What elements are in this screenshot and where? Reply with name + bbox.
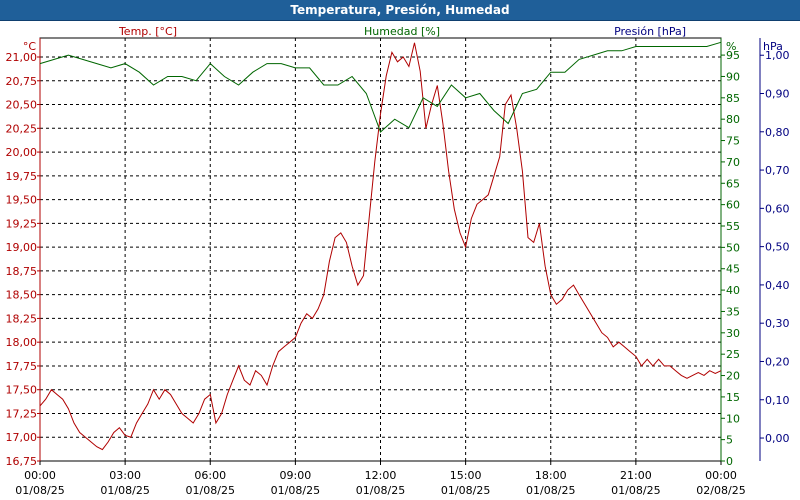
x-tick-label-time: 21:00 (620, 469, 652, 482)
pressure-tick-label: 0,70 (765, 164, 790, 177)
pressure-tick-label: 0,90 (765, 88, 790, 101)
chart-svg: 00:00 01/08/25 03:00 01/08/25 06:00 01/08/25 0… (6, 25, 790, 497)
temp-tick-label: 18,25 (6, 312, 38, 325)
humidity-tick-label: 55 (726, 220, 740, 233)
humidity-tick-label: 60 (726, 199, 740, 212)
humidity-axis-unit: % (726, 40, 736, 53)
x-tick-label-date: 01/08/25 (356, 484, 405, 497)
humidity-tick-label: 85 (726, 92, 740, 105)
x-tick-label-time: 00:00 (705, 469, 737, 482)
pressure-tick-label: 0,40 (765, 279, 790, 292)
humidity-tick-label: 45 (726, 263, 740, 276)
pressure-tick-label: 0,30 (765, 317, 790, 330)
humidity-tick-label: 0 (726, 455, 733, 468)
pressure-tick-label: 0,20 (765, 355, 790, 368)
temp-tick-label: 16,75 (6, 455, 38, 468)
temp-tick-label: 18,75 (6, 265, 38, 278)
x-tick-label-date: 01/08/25 (441, 484, 490, 497)
temp-tick-label: 18,50 (6, 289, 38, 302)
x-tick-label-date: 01/08/25 (611, 484, 660, 497)
x-tick-label-date: 01/08/25 (15, 484, 64, 497)
temp-tick-label: 20,00 (6, 146, 38, 159)
legend-temperature: Temp. [°C] (118, 25, 177, 38)
humidity-tick-label: 5 (726, 434, 733, 447)
temp-tick-label: 17,50 (6, 384, 38, 397)
temp-tick-label: 19,00 (6, 241, 38, 254)
humidity-tick-label: 20 (726, 370, 740, 383)
temp-tick-label: 17,75 (6, 360, 38, 373)
pressure-axis-unit: hPa (763, 40, 783, 53)
pressure-tick-label: 0,50 (765, 241, 790, 254)
temp-tick-label: 20,50 (6, 99, 38, 112)
humidity-tick-label: 65 (726, 177, 740, 190)
pressure-tick-label: 0,10 (765, 394, 790, 407)
temp-tick-label: 19,75 (6, 170, 38, 183)
x-tick-label-time: 09:00 (280, 469, 312, 482)
legend-pressure: Presión [hPa] (614, 25, 686, 38)
humidity-tick-label: 90 (726, 70, 740, 83)
x-tick-label-date: 01/08/25 (186, 484, 235, 497)
humidity-tick-label: 25 (726, 348, 740, 361)
x-tick-label-time: 18:00 (535, 469, 567, 482)
x-tick-label-time: 12:00 (365, 469, 397, 482)
temp-tick-label: 20,25 (6, 122, 38, 135)
temp-tick-label: 17,00 (6, 431, 38, 444)
x-tick-label-date: 01/08/25 (271, 484, 320, 497)
chart-window: Temperatura, Presión, Humedad 00:00 01/08… (0, 0, 800, 500)
x-tick-label-date: 02/08/25 (696, 484, 745, 497)
legend-humidity: Humedad [%] (364, 25, 440, 38)
x-tick-label-time: 03:00 (109, 469, 141, 482)
humidity-tick-label: 70 (726, 156, 740, 169)
humidity-tick-label: 50 (726, 241, 740, 254)
humidity-tick-label: 10 (726, 412, 740, 425)
humidity-tick-label: 80 (726, 113, 740, 126)
x-tick-label-date: 01/08/25 (100, 484, 149, 497)
x-tick-label-time: 06:00 (194, 469, 226, 482)
x-tick-label-time: 00:00 (24, 469, 56, 482)
humidity-tick-label: 75 (726, 135, 740, 148)
pressure-tick-label: 0,60 (765, 202, 790, 215)
temp-tick-label: 19,50 (6, 194, 38, 207)
x-tick-label-time: 15:00 (450, 469, 482, 482)
humidity-tick-label: 15 (726, 391, 740, 404)
humidity-tick-label: 40 (726, 284, 740, 297)
temp-tick-label: 20,75 (6, 75, 38, 88)
humidity-tick-label: 35 (726, 305, 740, 318)
temp-axis-unit: °C (23, 40, 37, 53)
pressure-tick-label: 0,00 (765, 432, 790, 445)
humidity-tick-label: 30 (726, 327, 740, 340)
temp-tick-label: 19,25 (6, 217, 38, 230)
x-tick-label-date: 01/08/25 (526, 484, 575, 497)
pressure-tick-label: 0,80 (765, 126, 790, 139)
temp-tick-label: 18,00 (6, 336, 38, 349)
temp-tick-label: 17,25 (6, 407, 38, 420)
